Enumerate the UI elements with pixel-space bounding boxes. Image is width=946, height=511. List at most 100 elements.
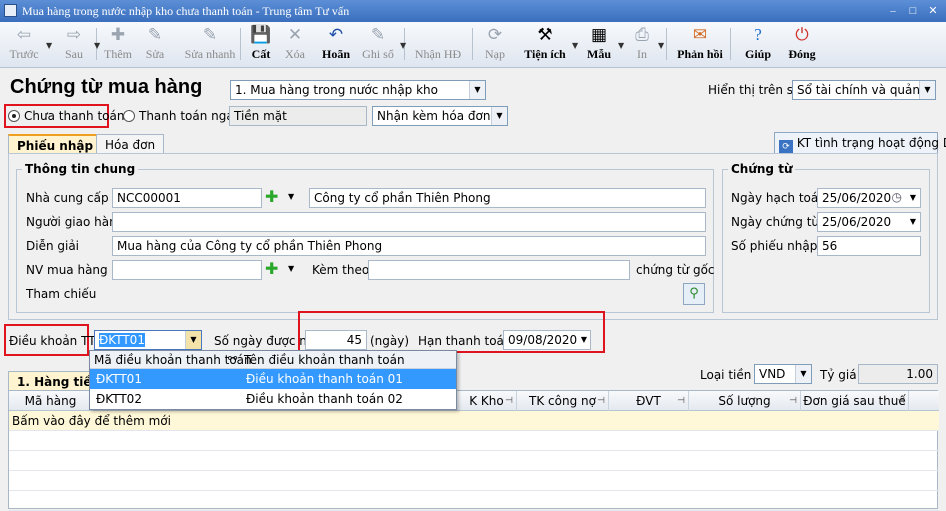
delete-button[interactable]: ✕ Xóa	[280, 24, 310, 66]
add-supplier-icon[interactable]: ✚	[265, 187, 278, 206]
receipt-number-input[interactable]: 56	[817, 236, 921, 256]
undo-button[interactable]: ↶ Hoãn	[316, 24, 356, 66]
radio-pay-now[interactable]: Thanh toán ngay	[123, 109, 241, 123]
purchase-type-select[interactable]: 1. Mua hàng trong nước nhập kho ▼	[230, 80, 486, 100]
deliverer-input[interactable]	[112, 212, 706, 232]
toolbar: ▼ ⇦ Trước ▼ ⇨ Sau ✚ Thêm ✎ Sửa ✎ Sửa nhanh 💾 Cất ✕ Xóa ↶…	[0, 22, 946, 68]
tab-goods-money[interactable]: 1. Hàng tiền	[8, 371, 100, 391]
voucher-date-input[interactable]: 25/06/2020 ▼	[817, 212, 921, 232]
chevron-down-icon[interactable]: ▼	[400, 41, 406, 50]
post-button[interactable]: ✎ Ghi sổ	[358, 24, 398, 66]
check-business-status-button[interactable]: ⟳ KT tình trạng hoạt động DN	[774, 132, 946, 154]
pin-icon: ⊣	[789, 396, 797, 406]
credit-days-input[interactable]: 45	[305, 330, 367, 350]
voucher-title: Chứng từ	[728, 162, 796, 176]
help-button[interactable]: ? Giúp	[740, 24, 776, 66]
utilities-button[interactable]: ⚒ Tiện ích	[520, 24, 570, 66]
radio-unchecked-icon	[123, 110, 135, 122]
save-label: Cất	[251, 47, 271, 61]
add-label: Thêm	[104, 47, 132, 61]
maximize-button[interactable]: □	[904, 3, 922, 19]
col-unit-price-after-tax[interactable]: Đơn giá sau thuế ⊣	[801, 391, 909, 411]
table-row[interactable]	[9, 471, 939, 491]
load-icon: ⟳	[487, 25, 503, 44]
feedback-button[interactable]: ✉ Phản hồi	[676, 24, 724, 66]
title-bar: Mua hàng trong nước nhập kho chưa thanh …	[0, 0, 946, 22]
payment-terms-select[interactable]: ĐKTT01 ▼	[94, 330, 202, 350]
print-button[interactable]: ⎙ In	[628, 24, 656, 66]
col-warehouse[interactable]: K Kho ⊣	[457, 391, 517, 411]
chevron-down-icon[interactable]: ▼	[658, 41, 664, 50]
col-unit[interactable]: ĐVT ⊣	[609, 391, 689, 411]
load-button[interactable]: ⟳ Nạp	[480, 24, 510, 66]
attach-input[interactable]	[368, 260, 630, 280]
minimize-button[interactable]: –	[884, 3, 902, 19]
posting-date-input[interactable]: 25/06/2020 ◷ ▼	[817, 188, 921, 208]
add-new-row[interactable]: Bấm vào đây để thêm mới	[9, 411, 939, 431]
feedback-icon: ✉	[692, 25, 708, 44]
page-title: Chứng từ mua hàng	[10, 76, 203, 98]
col-item-code[interactable]: Mã hàng	[9, 391, 93, 411]
chevron-down-icon[interactable]: ▼	[288, 192, 294, 201]
supplier-code-input[interactable]: NCC00001	[112, 188, 262, 208]
chevron-down-icon: ▼	[491, 107, 507, 125]
next-button[interactable]: ⇨ Sau	[56, 24, 92, 66]
save-icon: 💾	[250, 25, 272, 44]
receive-invoice-icon	[410, 24, 466, 46]
chevron-down-icon[interactable]: ▼	[618, 41, 624, 50]
quick-edit-button[interactable]: ✎ Sửa nhanh	[178, 24, 242, 66]
add-button[interactable]: ✚ Thêm	[100, 24, 136, 66]
chevron-down-icon[interactable]: ▼	[910, 217, 916, 226]
toolbar-separator	[472, 28, 473, 60]
utilities-label: Tiện ích	[524, 47, 566, 61]
close-window-button[interactable]: ✕	[924, 3, 942, 19]
save-button[interactable]: 💾 Cất	[246, 24, 276, 66]
add-staff-icon[interactable]: ✚	[265, 259, 278, 278]
attach-label: Kèm theo	[312, 263, 370, 277]
undo-icon: ↶	[328, 25, 344, 44]
due-date-input[interactable]: 09/08/2020 ▼	[503, 330, 591, 350]
receive-invoice-button[interactable]: Nhận HĐ	[410, 24, 466, 66]
close-icon: ⏻	[795, 25, 809, 44]
back-button[interactable]: ⇦ Trước	[4, 24, 44, 66]
quick-edit-icon: ✎	[202, 25, 218, 44]
next-icon: ⇨	[66, 25, 82, 44]
table-row[interactable]	[9, 431, 939, 451]
radio-checked-icon	[8, 110, 20, 122]
reference-label: Tham chiếu	[26, 287, 97, 301]
tab-receipt[interactable]: Phiếu nhập	[8, 134, 103, 154]
col-payable-account[interactable]: TK công nợ ⊣	[517, 391, 609, 411]
col-quantity[interactable]: Số lượng ⊣	[689, 391, 801, 411]
posting-date-label: Ngày hạch toán	[731, 191, 826, 205]
currency-label: Loại tiền	[700, 368, 752, 382]
dropdown-option[interactable]: ĐKTT02 Điều khoản thanh toán 02	[90, 389, 456, 409]
table-row[interactable]	[9, 491, 939, 511]
chevron-down-icon[interactable]: ▼	[288, 264, 294, 273]
chevron-down-icon[interactable]: ▼	[572, 41, 578, 50]
quick-edit-label: Sửa nhanh	[184, 47, 236, 61]
reference-search-icon[interactable]: ⚲	[683, 283, 705, 305]
dropdown-header: Mã điều khoản thanh toán ⚯ Tên điều khoả…	[90, 351, 456, 369]
description-input[interactable]: Mua hàng của Công ty cổ phần Thiên Phong	[112, 236, 706, 256]
close-button[interactable]: ⏻ Đóng	[782, 24, 822, 66]
buyer-staff-input[interactable]	[112, 260, 262, 280]
chevron-down-icon[interactable]: ▼	[581, 335, 587, 344]
currency-select[interactable]: VND ▼	[754, 364, 812, 384]
post-icon: ✎	[370, 25, 386, 44]
dropdown-option[interactable]: ĐKTT01 Điều khoản thanh toán 01	[90, 369, 456, 389]
table-row[interactable]	[9, 451, 939, 471]
chevron-down-icon[interactable]: ▼	[46, 41, 52, 50]
back-label: Trước	[9, 47, 39, 61]
clock-icon[interactable]: ◷	[892, 190, 902, 204]
window-title: Mua hàng trong nước nhập kho chưa thanh …	[22, 4, 350, 18]
edit-button[interactable]: ✎ Sửa	[140, 24, 170, 66]
radio-unpaid[interactable]: Chưa thanh toán	[8, 109, 124, 123]
tab-invoice[interactable]: Hóa đơn	[96, 134, 165, 154]
supplier-name-input[interactable]: Công ty cổ phần Thiên Phong	[309, 188, 706, 208]
chevron-down-icon[interactable]: ▼	[910, 193, 916, 202]
general-info-title: Thông tin chung	[22, 162, 139, 176]
invoice-option-select[interactable]: Nhận kèm hóa đơn ▼	[372, 106, 508, 126]
display-ledger-select[interactable]: Sổ tài chính và quản trị ▼	[792, 80, 936, 100]
supplier-label: Nhà cung cấp	[26, 191, 109, 205]
template-button[interactable]: ▦ Mẫu	[582, 24, 616, 66]
